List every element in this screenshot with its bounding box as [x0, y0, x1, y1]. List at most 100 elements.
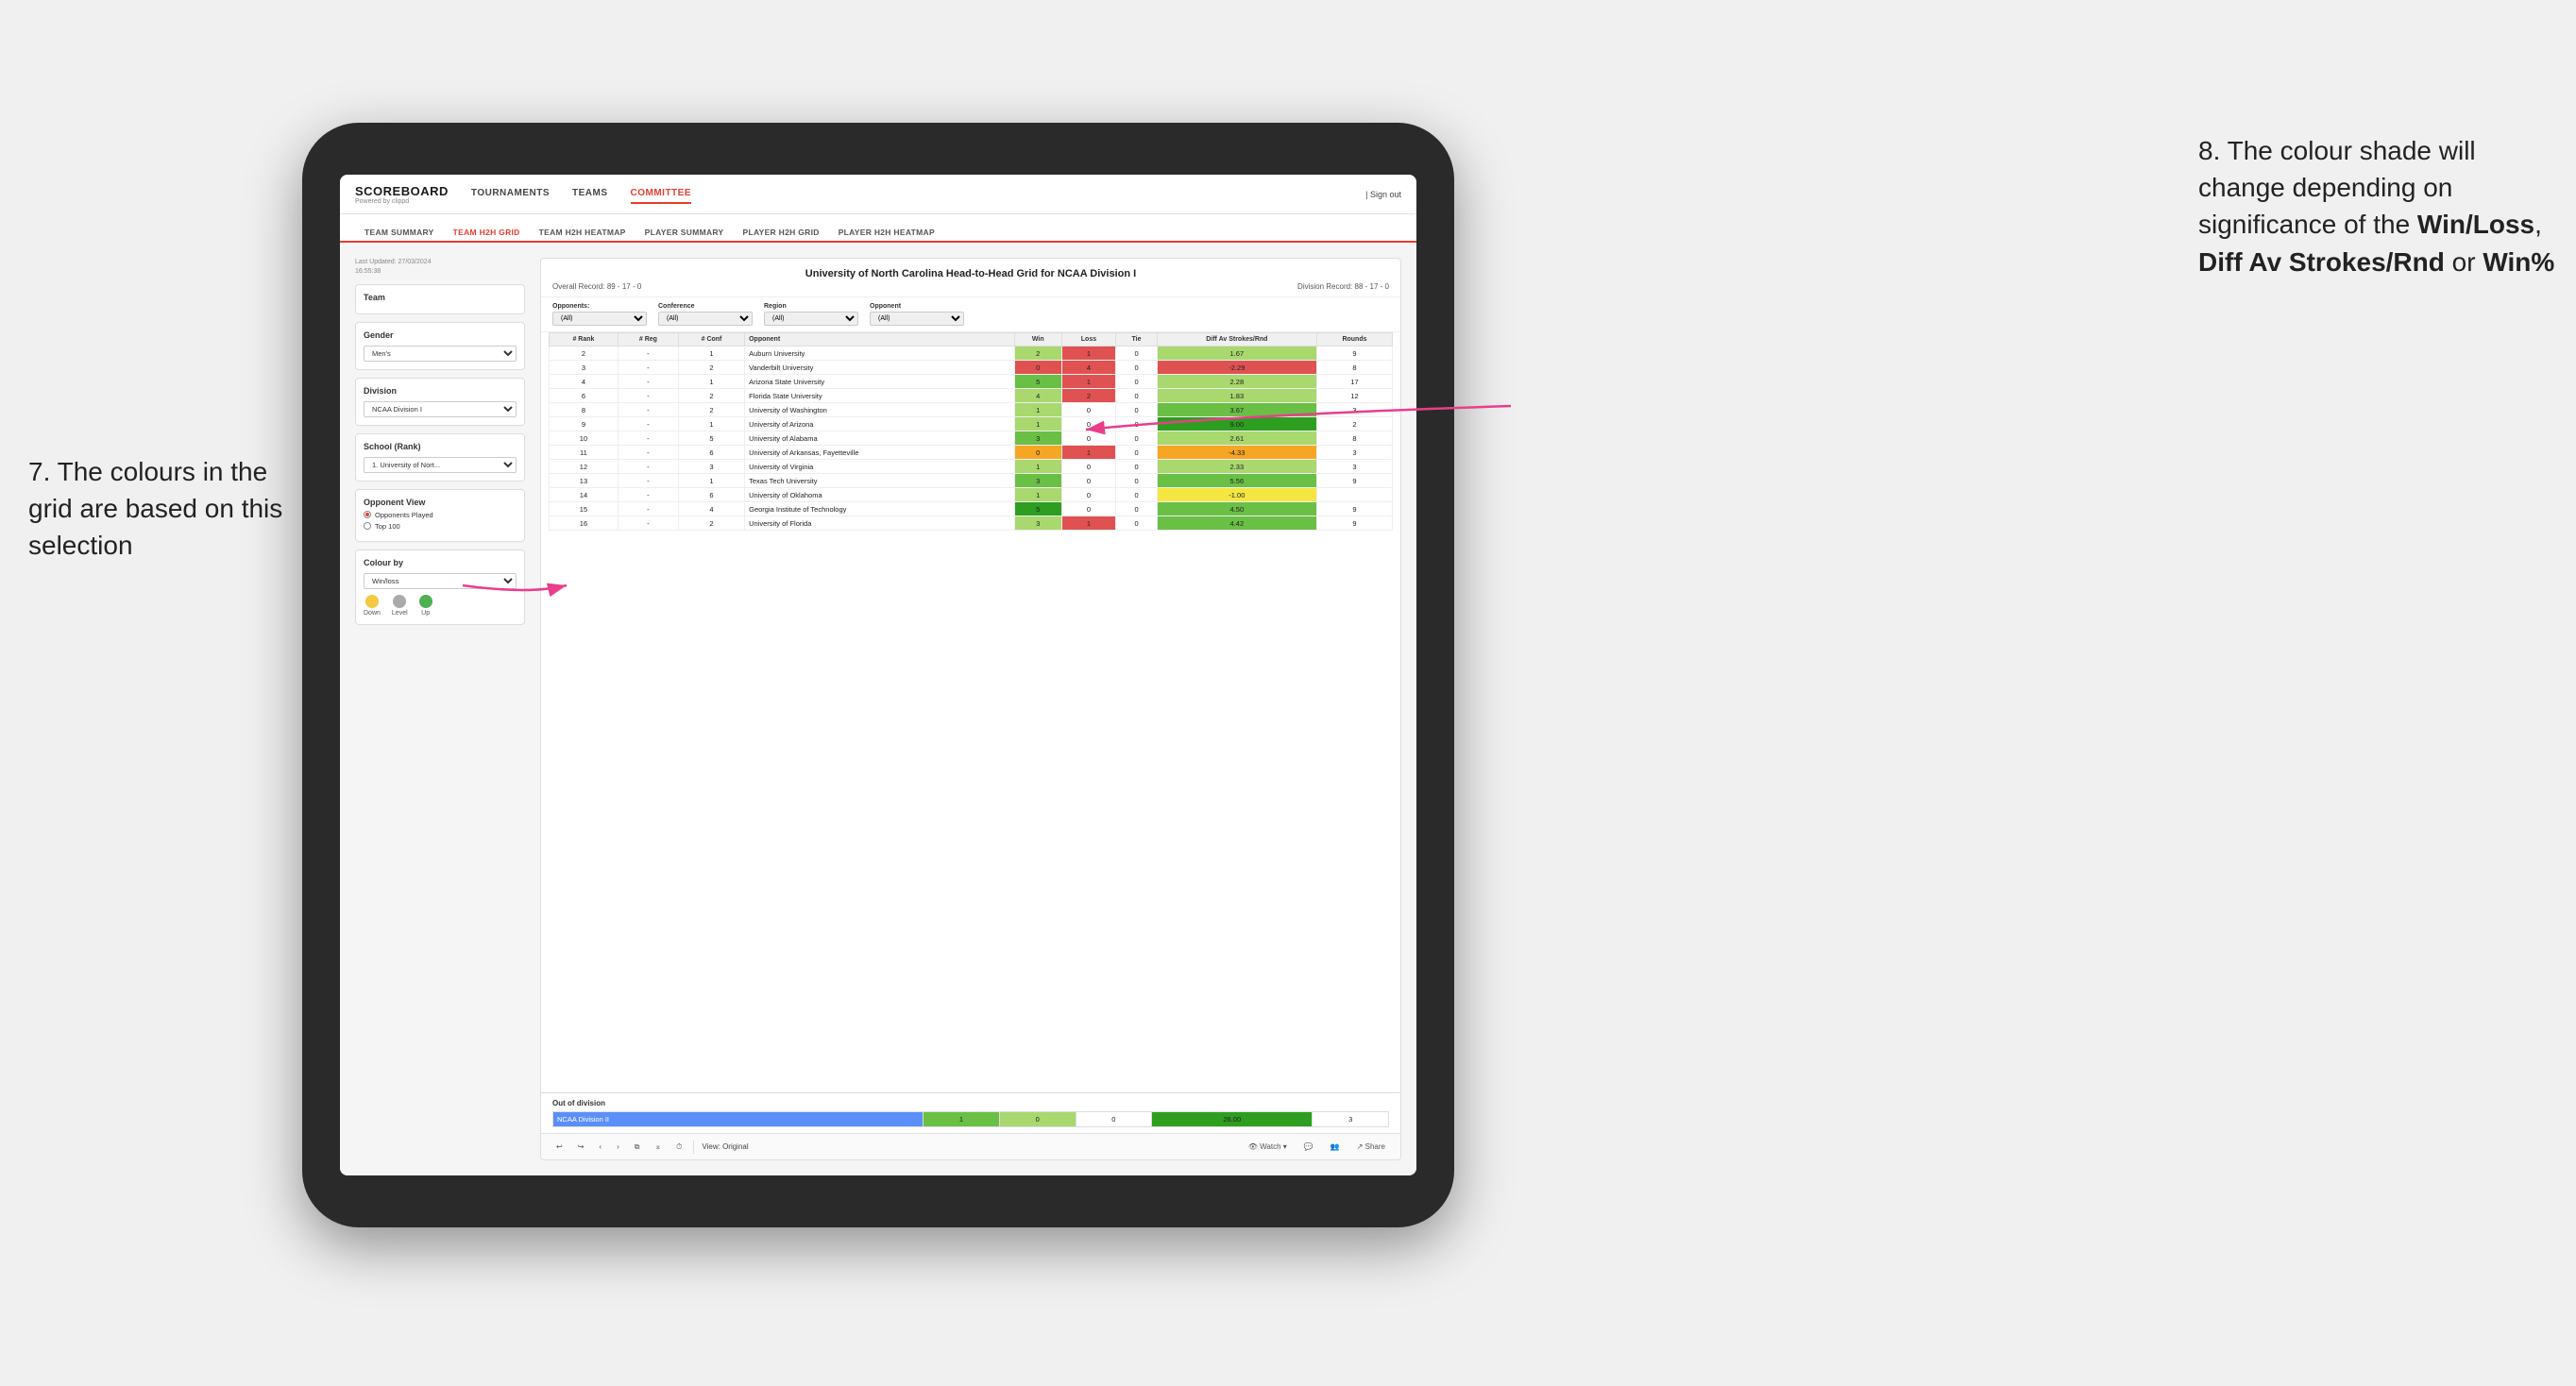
cell-rank: 16	[550, 516, 619, 531]
last-updated: Last Updated: 27/03/2024 16:55:38	[355, 258, 525, 277]
app-logo-sub: Powered by clippd	[355, 198, 449, 205]
out-win: 1	[924, 1112, 1000, 1127]
conference-select[interactable]: (All)	[658, 312, 753, 326]
legend-up: Up	[419, 595, 432, 617]
cell-rounds: 17	[1316, 375, 1392, 389]
cell-conf: 5	[678, 431, 744, 446]
redo-btn[interactable]: ↪	[574, 1141, 588, 1153]
cell-conf: 6	[678, 488, 744, 502]
cell-reg: -	[618, 488, 678, 502]
cell-opponent: University of Alabama	[745, 431, 1015, 446]
cell-conf: 1	[678, 375, 744, 389]
filter-opponent: Opponent (All)	[870, 303, 964, 326]
users-btn[interactable]: 👥	[1327, 1141, 1344, 1153]
cell-reg: -	[618, 474, 678, 488]
opponent-label: Opponent	[870, 303, 964, 310]
col-diff: Diff Av Strokes/Rnd	[1157, 333, 1316, 346]
nav-fwd-btn[interactable]: ›	[613, 1141, 623, 1153]
cell-conf: 6	[678, 446, 744, 460]
data-table: # Rank # Reg # Conf Opponent Win Loss Ti…	[541, 332, 1400, 1092]
sub-nav-player-h2h-heatmap[interactable]: PLAYER H2H HEATMAP	[829, 224, 944, 243]
undo-btn[interactable]: ↩	[552, 1141, 567, 1153]
bottom-toolbar: ↩ ↪ ‹ › ⧉ ⌅ ⏱ View: Original 👁 Watch ▾ 💬…	[541, 1133, 1400, 1159]
sub-nav-team-h2h-heatmap[interactable]: TEAM H2H HEATMAP	[530, 224, 636, 243]
colour-section: Colour by Win/loss Diff Av Strokes/Rnd W…	[355, 549, 525, 625]
cell-opponent: Texas Tech University	[745, 474, 1015, 488]
region-select[interactable]: (All)	[764, 312, 858, 326]
grid-title: University of North Carolina Head-to-Hea…	[552, 268, 1389, 279]
sub-nav-player-h2h-grid[interactable]: PLAYER H2H GRID	[734, 224, 829, 243]
cell-reg: -	[618, 502, 678, 516]
table-row: 2 - 1 Auburn University 2 1 0 1.67 9	[550, 346, 1393, 361]
toolbar-right: 👁 Watch ▾ 💬 👥 ↗ Share	[1245, 1141, 1389, 1153]
cell-win: 1	[1014, 488, 1061, 502]
annotation-right: 8. The colour shade will change dependin…	[2198, 132, 2557, 280]
radio-dot-played	[364, 511, 371, 518]
cell-rank: 13	[550, 474, 619, 488]
sub-nav-team-h2h-grid[interactable]: TEAM H2H GRID	[444, 224, 530, 243]
col-tie: Tie	[1116, 333, 1157, 346]
team-label: Team	[364, 293, 517, 302]
cell-win: 1	[1014, 417, 1061, 431]
watch-btn[interactable]: 👁 Watch ▾	[1245, 1141, 1291, 1153]
cell-loss: 0	[1061, 488, 1116, 502]
cell-diff: 2.33	[1157, 460, 1316, 474]
radio-top100[interactable]: Top 100	[364, 522, 517, 531]
cell-diff: -4.33	[1157, 446, 1316, 460]
cell-diff: 4.42	[1157, 516, 1316, 531]
copy-btn[interactable]: ⧉	[631, 1141, 644, 1154]
nav-committee[interactable]: COMMITTEE	[631, 184, 692, 204]
paste-btn[interactable]: ⌅	[651, 1141, 665, 1153]
legend-up-dot	[419, 595, 432, 608]
col-conf: # Conf	[678, 333, 744, 346]
app-header: SCOREBOARD Powered by clippd TOURNAMENTS…	[340, 175, 1416, 214]
nav-back-btn[interactable]: ‹	[595, 1141, 605, 1153]
cell-reg: -	[618, 446, 678, 460]
sub-nav-team-summary[interactable]: TEAM SUMMARY	[355, 224, 444, 243]
nav-teams[interactable]: TEAMS	[572, 184, 608, 204]
cell-rounds: 12	[1316, 389, 1392, 403]
school-select[interactable]: 1. University of Nort...	[364, 457, 517, 473]
cell-diff: 2.61	[1157, 431, 1316, 446]
opponent-view-section: Opponent View Opponents Played Top 100	[355, 489, 525, 542]
sign-out-link[interactable]: | Sign out	[1365, 190, 1401, 199]
cell-win: 4	[1014, 389, 1061, 403]
division-select[interactable]: NCAA Division I	[364, 401, 517, 417]
out-tie: 0	[1076, 1112, 1152, 1127]
nav-tournaments[interactable]: TOURNAMENTS	[471, 184, 550, 204]
logo-area: SCOREBOARD Powered by clippd	[355, 184, 449, 205]
gender-select[interactable]: Men's Women's	[364, 346, 517, 362]
cell-conf: 4	[678, 502, 744, 516]
colour-by-select[interactable]: Win/loss Diff Av Strokes/Rnd Win%	[364, 573, 517, 589]
cell-rank: 15	[550, 502, 619, 516]
comment-btn[interactable]: 💬	[1300, 1141, 1317, 1153]
cell-conf: 3	[678, 460, 744, 474]
cell-win: 2	[1014, 346, 1061, 361]
radio-opponents-played[interactable]: Opponents Played	[364, 511, 517, 519]
opponents-select[interactable]: (All)	[552, 312, 647, 326]
cell-reg: -	[618, 403, 678, 417]
cell-rounds: 9	[1316, 346, 1392, 361]
table-row: 16 - 2 University of Florida 3 1 0 4.42 …	[550, 516, 1393, 531]
cell-conf: 1	[678, 417, 744, 431]
cell-rounds: 3	[1316, 403, 1392, 417]
cell-opponent: Auburn University	[745, 346, 1015, 361]
cell-opponent: Florida State University	[745, 389, 1015, 403]
cell-loss: 1	[1061, 346, 1116, 361]
cell-tie: 0	[1116, 516, 1157, 531]
tablet-device: SCOREBOARD Powered by clippd TOURNAMENTS…	[302, 123, 1454, 1227]
timer-btn[interactable]: ⏱	[672, 1141, 686, 1154]
col-loss: Loss	[1061, 333, 1116, 346]
cell-tie: 0	[1116, 375, 1157, 389]
cell-loss: 0	[1061, 474, 1116, 488]
cell-reg: -	[618, 431, 678, 446]
cell-win: 0	[1014, 361, 1061, 375]
share-btn[interactable]: ↗ Share	[1353, 1141, 1389, 1153]
opponent-select[interactable]: (All)	[870, 312, 964, 326]
cell-tie: 0	[1116, 474, 1157, 488]
cell-reg: -	[618, 375, 678, 389]
cell-rounds: 8	[1316, 361, 1392, 375]
sub-nav-player-summary[interactable]: PLAYER SUMMARY	[636, 224, 734, 243]
cell-conf: 2	[678, 361, 744, 375]
cell-conf: 2	[678, 516, 744, 531]
